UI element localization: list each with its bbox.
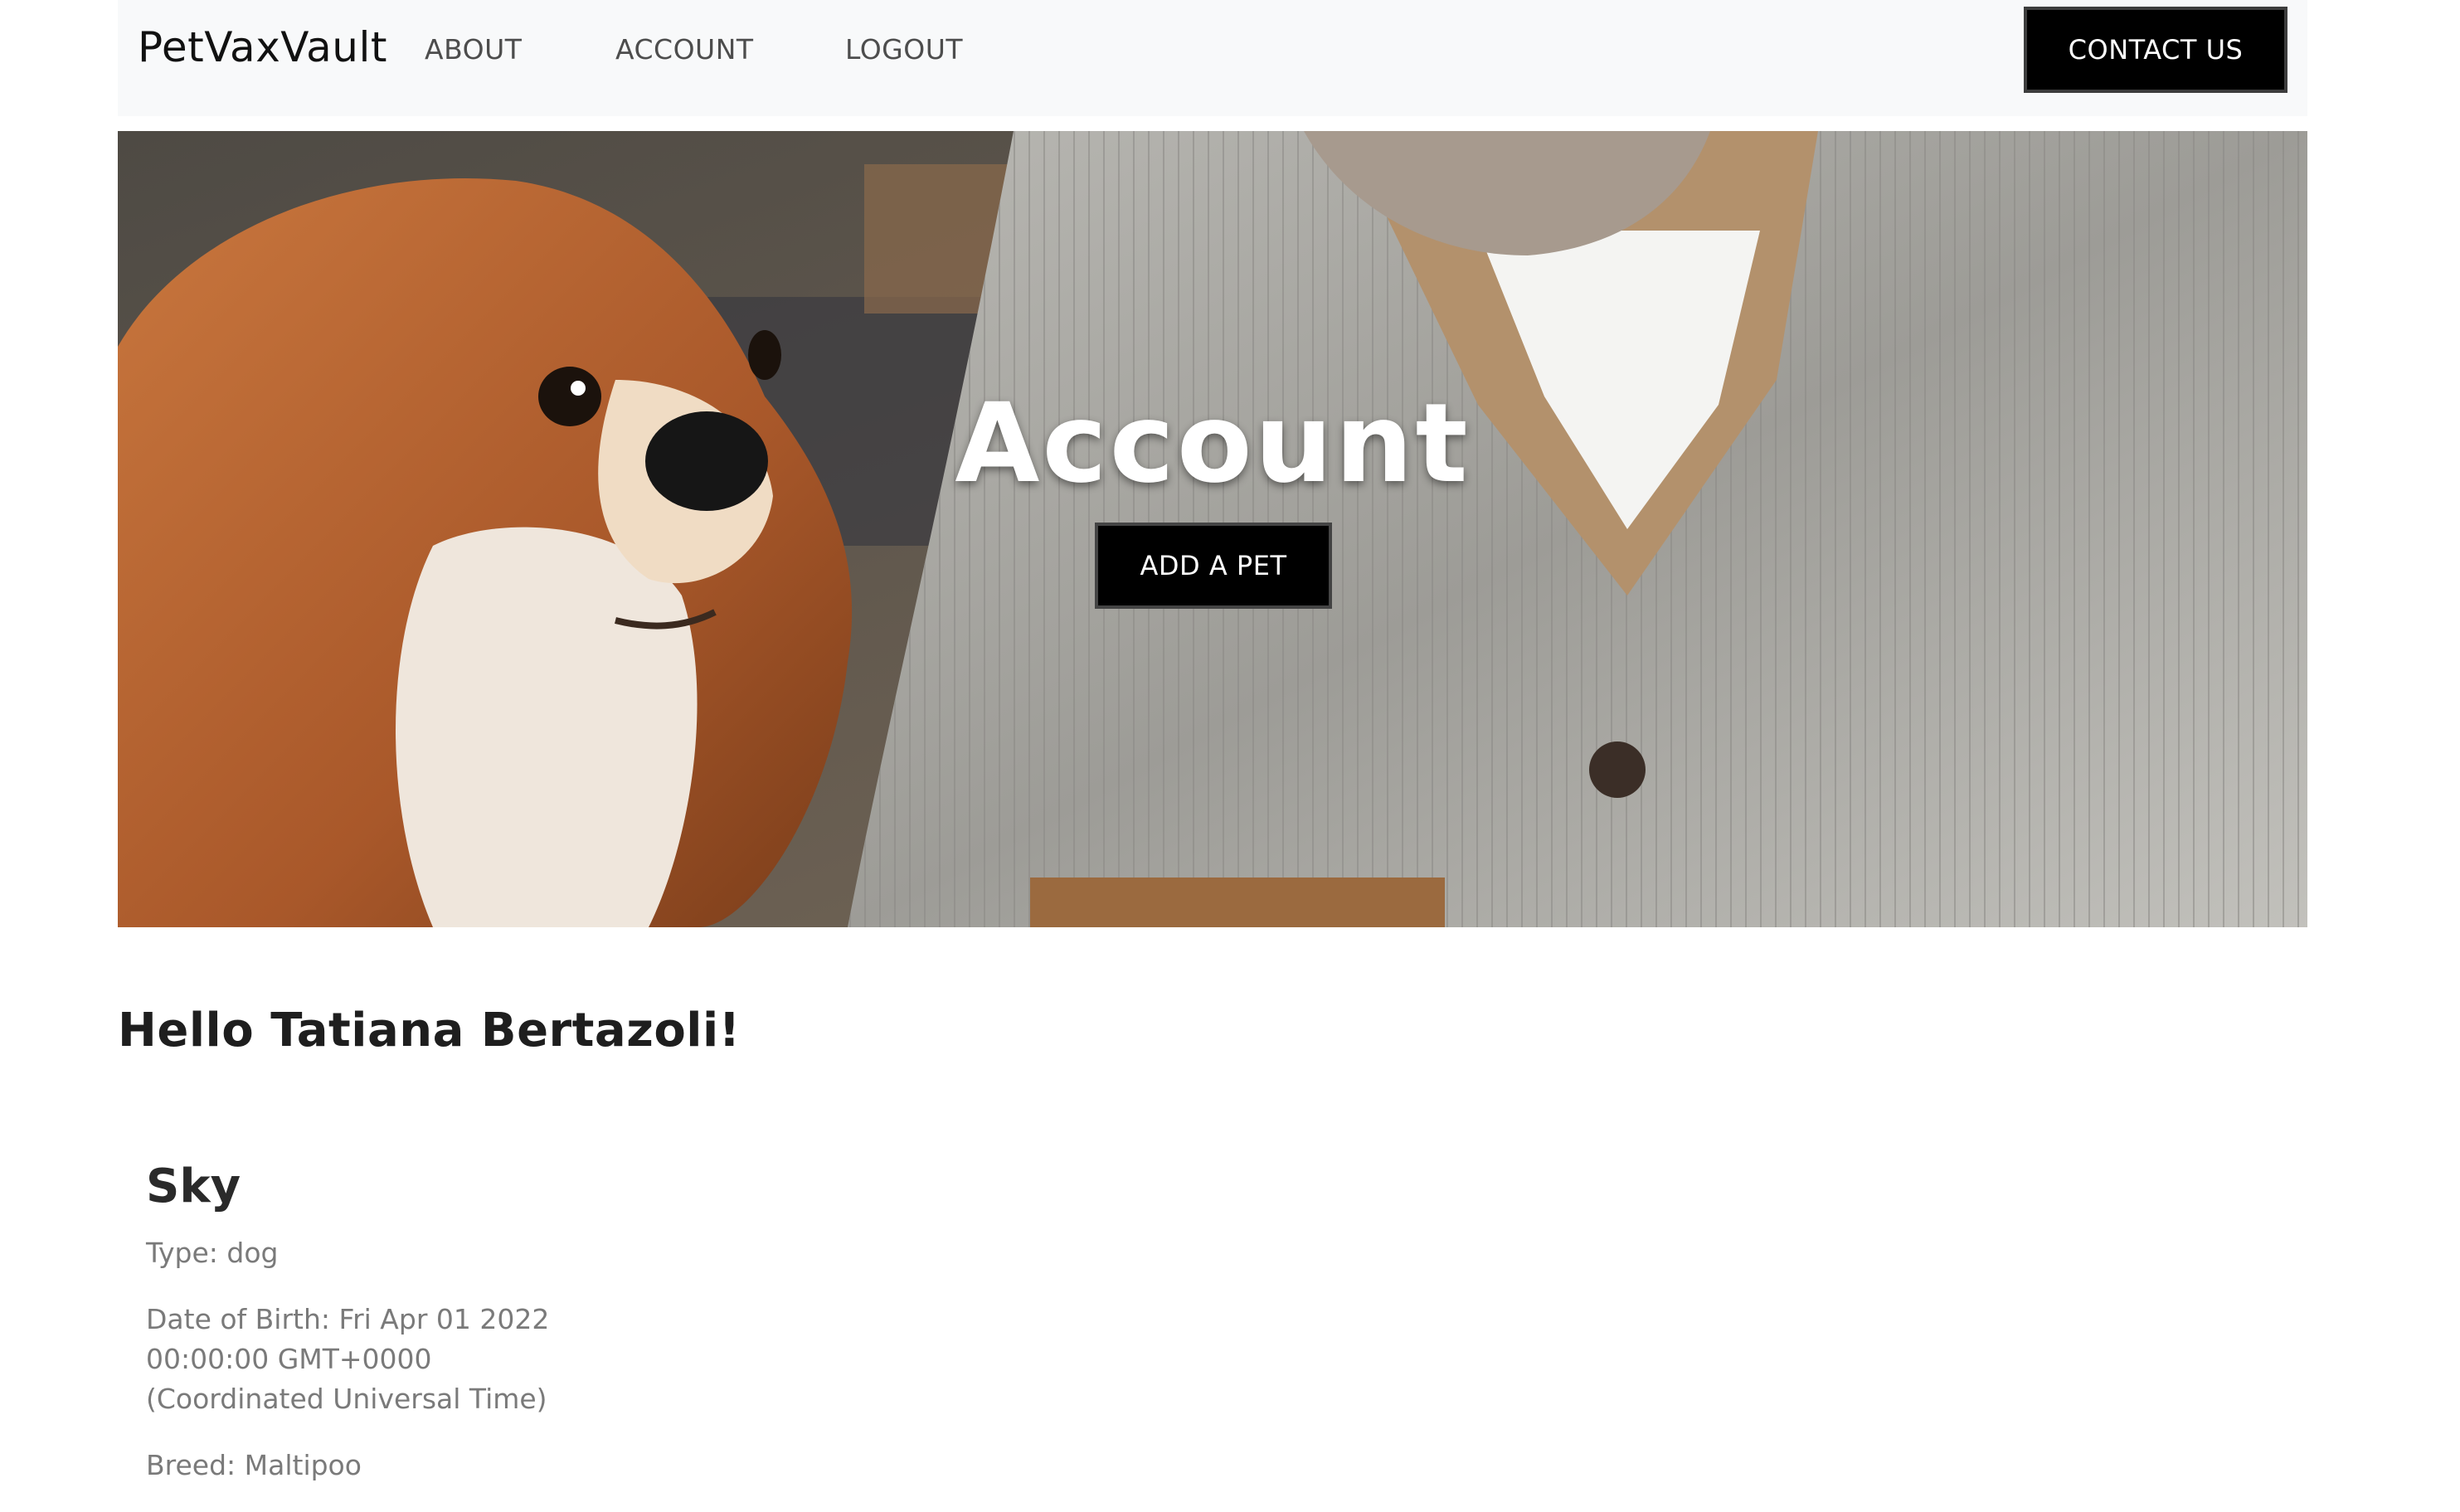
pet-card: Sky Type: dog Date of Birth: Fri Apr 01 … [146,1160,727,1512]
hero-banner: Account ADD A PET [118,131,2307,927]
nav-link-about[interactable]: ABOUT [425,33,522,66]
brand-logo[interactable]: PetVaxVault [138,23,387,71]
greeting-heading: Hello Tatiana Bertazoli! [118,1004,741,1057]
pet-breed: Breed: Maltipoo [146,1449,362,1481]
navbar: PetVaxVault ABOUT ACCOUNT LOGOUT CONTACT… [118,0,2307,116]
contact-us-button[interactable]: CONTACT US [2024,7,2287,93]
add-pet-button[interactable]: ADD A PET [1095,523,1332,609]
pet-dob-line: Date of Birth: Fri Apr 01 2022 [146,1303,550,1335]
pet-name: Sky [146,1160,241,1213]
pet-type: Type: dog [146,1237,279,1269]
pet-dob-line: (Coordinated Universal Time) [146,1383,547,1415]
nav-link-account[interactable]: ACCOUNT [615,33,754,66]
page-container: PetVaxVault ABOUT ACCOUNT LOGOUT CONTACT… [118,0,2307,1481]
pet-dob-line: 00:00:00 GMT+0000 [146,1343,432,1375]
page-title: Account [955,380,1471,508]
nav-link-logout[interactable]: LOGOUT [845,33,963,66]
